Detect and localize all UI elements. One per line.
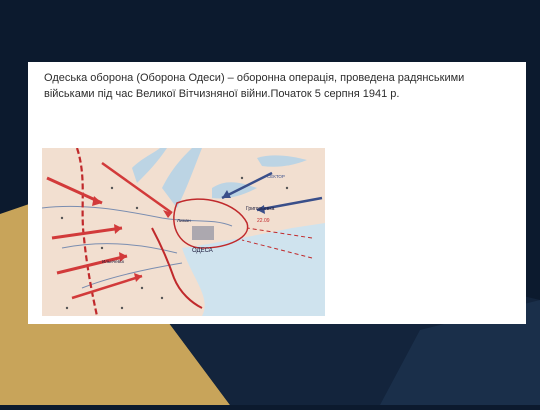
map-town-label: Лиман (177, 218, 191, 223)
odessa-defense-map: ОДЕСА Григорьевка 22.09 Лиман СЕКТОР Иль… (42, 148, 325, 316)
slide-caption: Одеська оборона (Оборона Одеси) – оборон… (44, 72, 465, 100)
map-town-label: Ильичевск (102, 259, 124, 264)
map-city-label: ОДЕСА (192, 248, 213, 254)
map-image: ОДЕСА Григорьевка 22.09 Лиман СЕКТОР Иль… (42, 148, 325, 316)
slide-card: Одеська оборона (Оборона Одеси) – оборон… (28, 62, 526, 324)
map-sector-label: СЕКТОР (267, 174, 285, 179)
map-town-label: Григорьевка (246, 206, 275, 212)
map-date-label: 22.09 (257, 218, 270, 224)
